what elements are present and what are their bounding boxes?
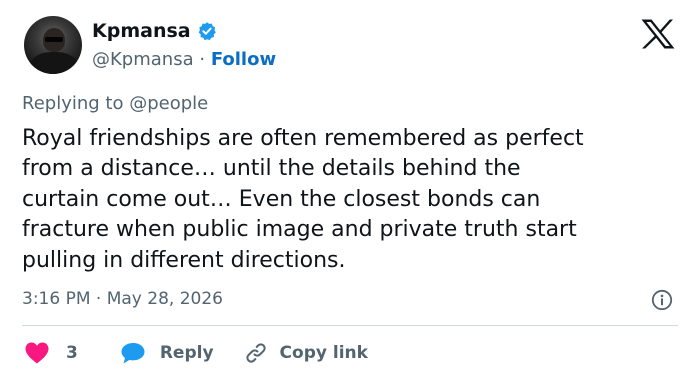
like-button[interactable]: 3 [24, 341, 78, 365]
divider [22, 325, 678, 326]
handle-separator: · [199, 49, 206, 70]
avatar-figure-body [30, 52, 78, 74]
heart-icon [25, 342, 49, 364]
tweet-text-line: Royal friendships are often remembered a… [22, 126, 584, 151]
author-handle-row: @Kpmansa · Follow [92, 49, 276, 71]
link-icon [245, 343, 266, 363]
tweet-timestamp[interactable]: 3:16 PM · May 28, 2026 [22, 288, 223, 310]
action-bar: 3 Reply Copy link [24, 339, 368, 367]
info-icon[interactable] [651, 289, 673, 311]
tweet-text: Royal friendships are often remembered a… [22, 124, 692, 276]
replying-to-label: Replying to @people [22, 93, 209, 114]
tweet-text-line: pulling in different directions. [22, 247, 346, 273]
avatar-sunglasses [45, 37, 63, 42]
copy-link-button[interactable]: Copy link [244, 341, 368, 365]
copy-link-label: Copy link [279, 343, 368, 363]
reply-button[interactable]: Reply [120, 341, 214, 365]
verified-badge-icon [198, 22, 216, 41]
tweet-text-line: fracture when public image and private t… [22, 217, 577, 243]
avatar[interactable] [24, 16, 82, 74]
author-name-row: Kpmansa [92, 20, 217, 42]
like-count: 3 [66, 343, 78, 363]
author-display-name[interactable]: Kpmansa [92, 20, 191, 42]
reply-bubble-icon [121, 343, 145, 364]
author-handle[interactable]: @Kpmansa [92, 49, 194, 70]
tweet-text-line: curtain come out… Even the closest bonds… [22, 186, 541, 212]
x-logo-icon[interactable] [640, 18, 676, 50]
tweet-text-line: from a distance… until the details behin… [22, 156, 521, 182]
reply-label: Reply [159, 343, 214, 363]
follow-button[interactable]: Follow [211, 49, 276, 70]
